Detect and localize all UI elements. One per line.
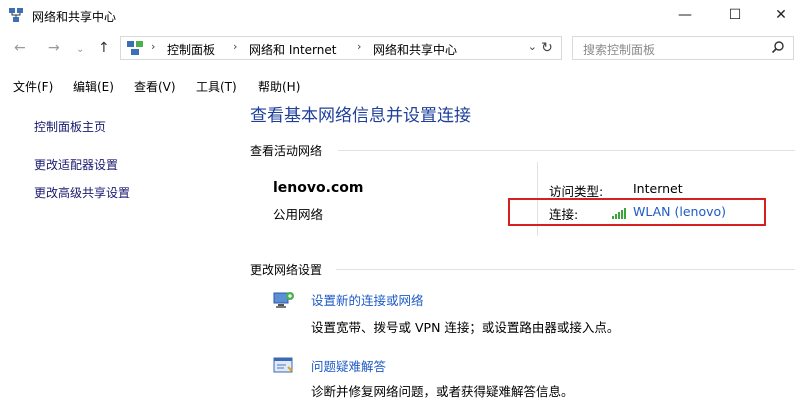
forward-button[interactable]: →: [48, 40, 60, 56]
close-button[interactable]: ✕: [758, 0, 804, 30]
breadcrumb-separator[interactable]: ›: [233, 40, 237, 53]
setup-connection-description: 设置宽带、拨号或 VPN 连接；或设置路由器或接入点。: [311, 320, 620, 335]
troubleshoot-description: 诊断并修复网络问题，或者获得疑难解答信息。: [311, 384, 574, 399]
address-bar[interactable]: › 控制面板 › 网络和 Internet › 网络和共享中心 ⌄: [120, 36, 562, 60]
network-type[interactable]: 公用网络: [273, 204, 323, 223]
menu-tools[interactable]: 工具(T): [196, 78, 237, 95]
new-connection-icon: [273, 292, 294, 308]
refresh-button[interactable]: ↻: [536, 36, 558, 60]
troubleshoot-link[interactable]: 问题疑难解答: [311, 356, 386, 375]
change-settings-heading: 更改网络设置: [250, 263, 323, 277]
title-bar: 网络和共享中心 — ☐ ✕: [0, 0, 805, 30]
network-center-icon: [9, 8, 23, 22]
breadcrumb-network-internet[interactable]: 网络和 Internet: [249, 41, 336, 58]
breadcrumb-separator: ›: [151, 40, 156, 53]
menu-file[interactable]: 文件(F): [13, 78, 53, 95]
sidebar-item-control-panel-home[interactable]: 控制面板主页: [34, 118, 106, 135]
control-panel-icon: [127, 41, 143, 55]
setup-connection-link[interactable]: 设置新的连接或网络: [311, 290, 424, 309]
network-name: lenovo.com: [273, 180, 364, 196]
recent-dropdown-icon[interactable]: ⌄: [76, 44, 84, 55]
menu-help[interactable]: 帮助(H): [258, 78, 300, 95]
sidebar-item-advanced-sharing[interactable]: 更改高级共享设置: [34, 184, 130, 201]
search-input[interactable]: 搜索控制面板: [572, 36, 794, 60]
search-placeholder: 搜索控制面板: [583, 43, 656, 57]
section-divider: [338, 150, 795, 151]
breadcrumb-control-panel[interactable]: 控制面板: [167, 41, 215, 58]
back-button[interactable]: ←: [14, 40, 26, 56]
breadcrumb-separator[interactable]: ›: [357, 40, 361, 53]
up-button[interactable]: ↑: [98, 40, 110, 56]
section-divider: [336, 269, 795, 270]
breadcrumb-network-sharing-center[interactable]: 网络和共享中心: [373, 41, 457, 58]
minimize-button[interactable]: —: [662, 0, 708, 30]
menu-edit[interactable]: 编辑(E): [73, 78, 114, 95]
access-type-value: Internet: [633, 181, 683, 196]
page-title: 查看基本网络信息并设置连接: [250, 106, 471, 126]
sidebar-item-change-adapter[interactable]: 更改适配器设置: [34, 156, 118, 173]
window-title: 网络和共享中心: [32, 10, 117, 24]
active-networks-heading: 查看活动网络: [250, 144, 323, 158]
search-icon[interactable]: [771, 40, 785, 58]
maximize-button[interactable]: ☐: [712, 0, 758, 30]
troubleshoot-icon: [273, 357, 293, 373]
highlight-box: [508, 198, 766, 226]
menu-view[interactable]: 查看(V): [134, 78, 176, 95]
